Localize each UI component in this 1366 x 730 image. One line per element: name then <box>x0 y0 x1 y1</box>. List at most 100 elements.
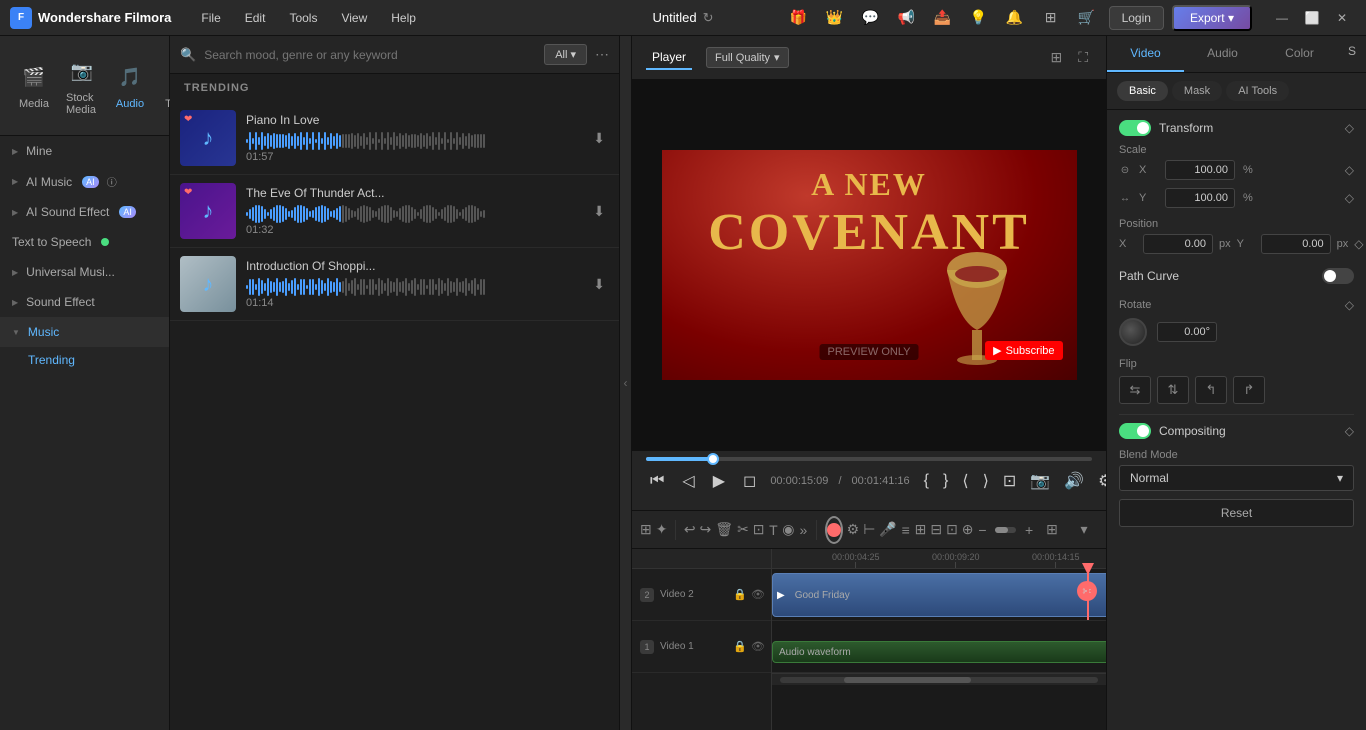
flip-v-button[interactable]: ⇅ <box>1157 376 1189 404</box>
notification-icon[interactable]: 🔔 <box>1001 4 1029 32</box>
tab-audio[interactable]: Audio <box>1184 36 1261 72</box>
mark-out-icon[interactable]: } <box>939 470 952 492</box>
sidebar-subitem-trending[interactable]: Trending <box>0 347 169 373</box>
layout-btn[interactable]: ⊞ <box>1038 516 1066 544</box>
player-tab[interactable]: Player <box>646 46 692 70</box>
download-icon[interactable]: ⬇ <box>589 272 609 297</box>
scale-x-input[interactable] <box>1165 160 1235 180</box>
crown-icon[interactable]: 👑 <box>821 4 849 32</box>
tl-icon7[interactable]: ⊟ <box>930 516 942 544</box>
menu-view[interactable]: View <box>331 7 377 29</box>
compositing-toggle[interactable] <box>1119 423 1151 439</box>
more-tools-btn[interactable]: » <box>799 516 809 544</box>
filter-all-button[interactable]: All ▾ <box>544 44 587 65</box>
cart-icon[interactable]: 🛒 <box>1073 4 1101 32</box>
fullscreen-icon[interactable]: ⛶ <box>1074 45 1092 70</box>
gift-icon[interactable]: 🎁 <box>785 4 813 32</box>
track-item[interactable]: ♪ Introduction Of Shoppi... 01:14 ⬇ <box>170 248 619 321</box>
pos-x-input[interactable] <box>1143 234 1213 254</box>
vol-plus-btn[interactable]: + <box>1024 516 1034 544</box>
sidebar-item-universal[interactable]: ▶ Universal Musi... <box>0 257 169 287</box>
crop-button[interactable]: ⊡ <box>753 516 765 544</box>
progress-bar[interactable] <box>646 457 1092 461</box>
tl-icon10[interactable]: − <box>978 516 988 544</box>
stop-button[interactable]: ◻ <box>739 469 760 493</box>
layout2-btn[interactable]: ▾ <box>1070 516 1098 544</box>
scale-x-keyframe[interactable]: ◇ <box>1345 163 1354 177</box>
refresh-icon[interactable]: ↻ <box>703 10 714 26</box>
prev-marker-icon[interactable]: ⟨ <box>958 469 972 493</box>
track1-lock-icon[interactable]: 🔒 <box>733 640 747 653</box>
grid-view-icon[interactable]: ⊞ <box>1046 45 1066 70</box>
voice-button[interactable]: 🎤 <box>879 516 896 544</box>
menu-help[interactable]: Help <box>381 7 426 29</box>
scale-y-keyframe[interactable]: ◇ <box>1345 191 1354 205</box>
frame-back-button[interactable]: ◁ <box>678 469 698 493</box>
cut-button[interactable]: ✂ <box>737 516 749 544</box>
ai-music-info[interactable]: ⓘ <box>107 174 117 189</box>
flip-4-button[interactable]: ↱ <box>1233 376 1265 404</box>
scrollbar-track[interactable] <box>780 677 1098 683</box>
text-button[interactable]: T <box>769 516 779 544</box>
next-marker-icon[interactable]: ⟩ <box>979 469 993 493</box>
flip-3-button[interactable]: ↰ <box>1195 376 1227 404</box>
community-icon[interactable]: 💬 <box>857 4 885 32</box>
sidebar-item-sound-effect[interactable]: ▶ Sound Effect <box>0 287 169 317</box>
sidebar-item-ai-sound[interactable]: ▶ AI Sound Effect AI <box>0 197 169 227</box>
tab-extra[interactable]: S <box>1338 36 1366 72</box>
grid-icon[interactable]: ⊞ <box>1037 4 1065 32</box>
track-item[interactable]: ❤ ♪ The Eve Of Thunder Act... 01:32 ⬇ <box>170 175 619 248</box>
tool-stock[interactable]: 📷 Stock Media <box>58 50 106 122</box>
download-icon[interactable]: ⬇ <box>589 199 609 224</box>
pos-y-input[interactable] <box>1261 234 1331 254</box>
social-icon[interactable]: 📢 <box>893 4 921 32</box>
search-input[interactable] <box>204 48 536 62</box>
snapshot-icon[interactable]: 📷 <box>1026 469 1054 493</box>
reset-button[interactable]: Reset <box>1119 499 1354 527</box>
snapping-button[interactable]: ✦ <box>656 516 668 544</box>
settings2-button[interactable]: ⚙ <box>847 516 860 544</box>
audio-icon[interactable]: 🔊 <box>1060 469 1088 493</box>
tl-icon8[interactable]: ⊡ <box>946 516 958 544</box>
marker-button[interactable]: ⊢ <box>863 516 875 544</box>
tl-icon6[interactable]: ⊞ <box>915 516 927 544</box>
menu-tools[interactable]: Tools <box>279 7 327 29</box>
tab-color[interactable]: Color <box>1261 36 1338 72</box>
quality-selector[interactable]: Full Quality ▾ <box>706 47 789 68</box>
close-button[interactable]: ✕ <box>1328 4 1356 32</box>
menu-edit[interactable]: Edit <box>235 7 276 29</box>
track1-eye-icon[interactable]: 👁 <box>751 640 765 653</box>
panel-collapse-handle[interactable]: ‹ <box>620 36 632 730</box>
transform-keyframe[interactable]: ◇ <box>1345 121 1354 135</box>
flip-h-button[interactable]: ⇆ <box>1119 376 1151 404</box>
share-icon[interactable]: 📤 <box>929 4 957 32</box>
sidebar-item-mine[interactable]: ▶ Mine <box>0 136 169 166</box>
login-button[interactable]: Login <box>1109 6 1164 30</box>
blend-mode-selector[interactable]: Normal ▾ <box>1119 465 1354 491</box>
undo-button[interactable]: ↩ <box>684 516 696 544</box>
video-clip[interactable]: ▶ Good Friday <box>772 573 1106 617</box>
sidebar-item-ai-music[interactable]: ▶ AI Music AI ⓘ <box>0 166 169 197</box>
pos-keyframe[interactable]: ◇ <box>1354 237 1363 251</box>
sidebar-item-tts[interactable]: Text to Speech <box>0 227 169 257</box>
track2-lock-icon[interactable]: 🔒 <box>733 588 747 601</box>
transform-toggle[interactable] <box>1119 120 1151 136</box>
add-track-button[interactable]: ⊞ <box>640 516 652 544</box>
sidebar-item-music[interactable]: ▼ Music <box>0 317 169 347</box>
compositing-keyframe[interactable]: ◇ <box>1345 424 1354 438</box>
subtab-ai-tools[interactable]: AI Tools <box>1226 81 1289 101</box>
settings-icon[interactable]: ⚙ <box>1094 469 1106 493</box>
scale-y-input[interactable] <box>1165 188 1235 208</box>
mask-button[interactable]: ◉ <box>782 516 794 544</box>
track2-eye-icon[interactable]: 👁 <box>751 588 765 601</box>
tool-audio[interactable]: 🎵 Audio <box>106 56 154 116</box>
feedback-icon[interactable]: 💡 <box>965 4 993 32</box>
more-options-icon[interactable]: ⋯ <box>595 46 609 63</box>
volume-slider[interactable] <box>995 527 1016 533</box>
tab-video[interactable]: Video <box>1107 36 1184 72</box>
track-item[interactable]: ❤ ♪ Piano In Love 01:57 ⬇ <box>170 102 619 175</box>
rotate-dial[interactable] <box>1119 318 1147 346</box>
scrollbar-thumb[interactable] <box>844 677 971 683</box>
mark-in-icon[interactable]: { <box>920 470 933 492</box>
skip-back-button[interactable]: ⏮ <box>646 470 668 492</box>
